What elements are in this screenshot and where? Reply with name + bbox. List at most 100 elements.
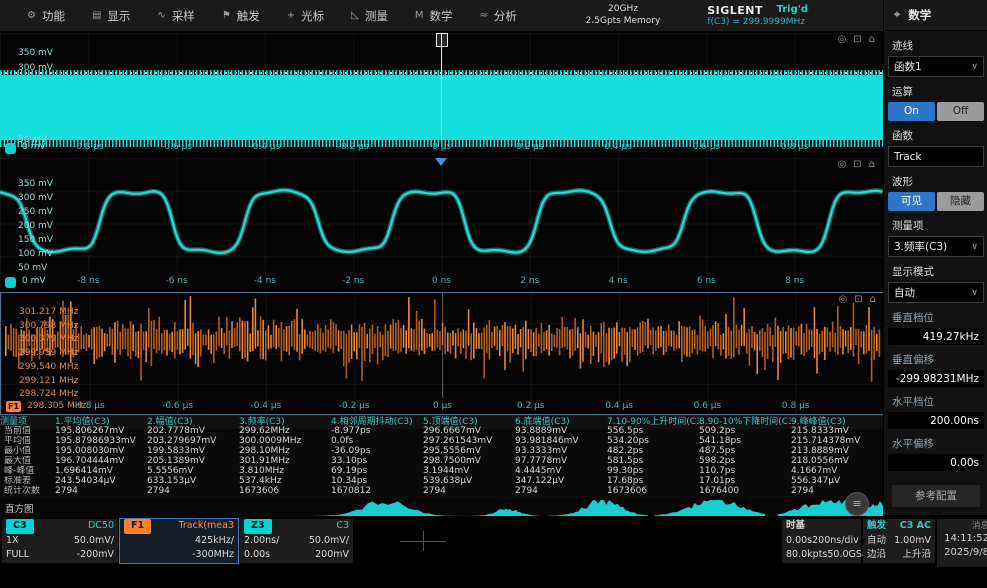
x-tick-label: 0.2 µs <box>516 142 544 152</box>
voffset-field[interactable]: -299.98231MHz <box>888 370 984 387</box>
timebase-scale: 200ns/div <box>812 534 859 546</box>
clock-time: 14:11:52 <box>944 533 987 544</box>
zoom-window-cursor[interactable] <box>441 33 442 140</box>
menu-item-7[interactable]: M 数学 <box>415 8 453 24</box>
measure-item-select[interactable]: 3.频率(C3) ∨ <box>888 236 984 257</box>
table-cell: 195.806267mV <box>55 426 125 436</box>
table-cell: 299.62MHz <box>239 426 290 436</box>
expand-icon[interactable]: ⊡ <box>853 159 861 170</box>
reset-icon[interactable]: ⌂ <box>870 294 876 305</box>
waveform-hidden-button[interactable]: 隐藏 <box>937 192 984 211</box>
oscilloscope-screen: ⚙ 功能 ▤ 显示 ∿ 采样 ⚑ 触发 + 光标 ◺ 测量 M 数学 ≈ 分析 20GHz 2.5Gpts M… <box>0 0 987 588</box>
timebase-points: 80.0kpts <box>786 549 828 560</box>
table-cell: 298.10MHz <box>239 446 290 456</box>
channel-c3-box[interactable]: C3 DC50 1X 50.0mV/ FULL -200mV <box>2 519 118 563</box>
hscale-label: 水平档位 <box>892 396 934 408</box>
waveform-visible-button[interactable]: 可见 <box>888 192 935 211</box>
table-cell: 199.5833mV <box>147 446 205 456</box>
menu-item-5[interactable]: + 光标 <box>287 8 324 24</box>
pane-track-f1[interactable]: ◎ ⊡ ⌂ 301.217 MHz 300.798 MHz 300.379 MHz 299… <box>0 292 885 415</box>
operation-toggle: On Off <box>888 102 984 121</box>
trace-select[interactable]: 函数1 ∨ <box>888 56 984 77</box>
table-cell: 最大值 <box>4 456 32 466</box>
function-input[interactable]: Track <box>888 146 984 167</box>
x-tick-label: 0.8 µs <box>780 142 809 152</box>
table-cell: 统计次数 <box>4 486 41 496</box>
scroll-handle[interactable]: ≡ <box>845 492 869 516</box>
menu-item-2[interactable]: ▤ 显示 <box>92 8 130 24</box>
x-tick-label: 6 ns <box>696 276 716 286</box>
y-tick-label: 300 mV <box>18 193 53 203</box>
z3-badge: Z3 <box>244 519 272 534</box>
table-cell: 298.7500mV <box>423 456 481 466</box>
table-cell: 17.68ps <box>607 476 644 486</box>
table-cell: 4.4445mV <box>515 466 562 476</box>
operation-off-button[interactable]: Off <box>937 102 984 121</box>
z3-trace-marker-icon[interactable] <box>5 277 16 288</box>
memory-label: 2.5Gpts Memory <box>585 16 661 26</box>
menu-item-4[interactable]: ⚑ 触发 <box>222 8 260 24</box>
table-cell: 301.91MHz <box>239 456 290 466</box>
trigger-icon: ⚑ <box>221 10 231 21</box>
math-f1-box[interactable]: F1 Track(mea3 425kHz/ -300MHz <box>119 518 239 564</box>
table-cell: 平均值 <box>4 436 32 446</box>
pin-icon[interactable]: ⌖ <box>894 8 900 22</box>
vscale-field[interactable]: 419.27kHz <box>888 328 984 345</box>
table-cell: 202.7778mV <box>147 426 205 436</box>
add-channel-crosshair-icon[interactable] <box>400 531 446 551</box>
utility-icon: ⚙ <box>27 10 36 21</box>
function-input-value: Track <box>894 150 922 163</box>
table-cell: 509.2ps <box>699 426 736 436</box>
menu-item-8[interactable]: ≈ 分析 <box>480 8 517 24</box>
table-cell: 最小值 <box>4 446 32 456</box>
table-cell: 296.6667mV <box>423 426 481 436</box>
x-tick-label: -2 ns <box>342 276 365 286</box>
menu-item-1[interactable]: ⚙ 功能 <box>27 8 65 24</box>
clock-box[interactable]: 消息 14:11:52 2025/9/8 <box>937 519 987 567</box>
display-mode-select[interactable]: 自动 ∨ <box>888 282 984 303</box>
pane-zoom-z3[interactable]: ◎ ⊡ ⌂ 350 mV 300 mV 250 mV 200 mV 150 mV 100 mV… <box>0 158 883 289</box>
expand-icon[interactable]: ⊡ <box>854 294 862 305</box>
histogram-thumbnail <box>548 500 648 516</box>
snapshot-icon[interactable]: ◎ <box>838 159 847 170</box>
pane-main-c3[interactable]: ◎ ⊡ ⌂ 350 mV 300 mV 50 mV 0 mV -0.8 µs -0.6 µ… <box>0 33 883 155</box>
x-tick-label: 0 µs <box>431 142 451 152</box>
clock-date: 2025/9/8 <box>944 547 987 558</box>
table-cell: 195.008030mV <box>55 446 125 456</box>
c3-badge: C3 <box>6 519 34 534</box>
zoom-z3-box[interactable]: Z3 C3 2.00ns/50.0mV/ 0.00s 200mV <box>240 519 353 563</box>
reset-icon[interactable]: ⌂ <box>869 159 875 170</box>
reference-config-button[interactable]: 参考配置 <box>892 485 980 507</box>
hscale-field[interactable]: 200.00ns <box>888 412 984 429</box>
menu-item-6[interactable]: ◺ 测量 <box>351 8 388 24</box>
y-tick-label: 200 mV <box>18 221 53 231</box>
f1-trace-badge[interactable]: F1 <box>6 401 22 412</box>
expand-icon[interactable]: ⊡ <box>853 34 861 45</box>
snapshot-icon[interactable]: ◎ <box>839 294 848 305</box>
trigger-source: C3 AC <box>899 520 931 531</box>
y-tick-label: 150 mV <box>18 235 53 245</box>
pane1-x-axis: 0 mV -0.8 µs -0.6 µs -0.4 µs -0.2 µs 0 µs 0.2… <box>0 140 883 155</box>
snapshot-icon[interactable]: ◎ <box>838 34 847 45</box>
operation-on-button[interactable]: On <box>888 102 935 121</box>
display-icon: ▤ <box>91 10 102 21</box>
x-tick-label: 0 ns <box>432 276 451 286</box>
table-cell: 3.810MHz <box>239 466 285 476</box>
c3-channel-marker-icon[interactable] <box>5 143 16 154</box>
z3-source: C3 <box>336 520 349 531</box>
menu-item-label: 光标 <box>301 8 325 23</box>
f1-offset: -300MHz <box>192 549 234 560</box>
menubar: ⚙ 功能 ▤ 显示 ∿ 采样 ⚑ 触发 + 光标 ◺ 测量 M 数学 ≈ 分析 20GHz 2.5Gpts M… <box>0 0 883 32</box>
menu-item-3[interactable]: ∿ 采样 <box>157 8 194 24</box>
table-cell: 1670812 <box>331 486 372 496</box>
trigger-position-icon[interactable] <box>435 158 447 166</box>
histogram-label: 直方图 <box>5 504 34 515</box>
hoffset-field[interactable]: 0.00s <box>888 454 984 471</box>
zoom-window-handle[interactable] <box>436 33 448 47</box>
x-tick-label: -0.4 µs <box>249 142 281 152</box>
table-cell: 295.5556mV <box>423 446 481 456</box>
trigger-box[interactable]: 触发 C3 AC 自动 1.00mV 边沿 上升沿 <box>863 519 935 563</box>
dialog-header[interactable]: ⌖ 数学 <box>884 0 987 31</box>
timebase-box[interactable]: 时基 0.00s 200ns/div 80.0kpts 50.0GSa/s <box>782 519 876 563</box>
reset-icon[interactable]: ⌂ <box>869 34 875 45</box>
